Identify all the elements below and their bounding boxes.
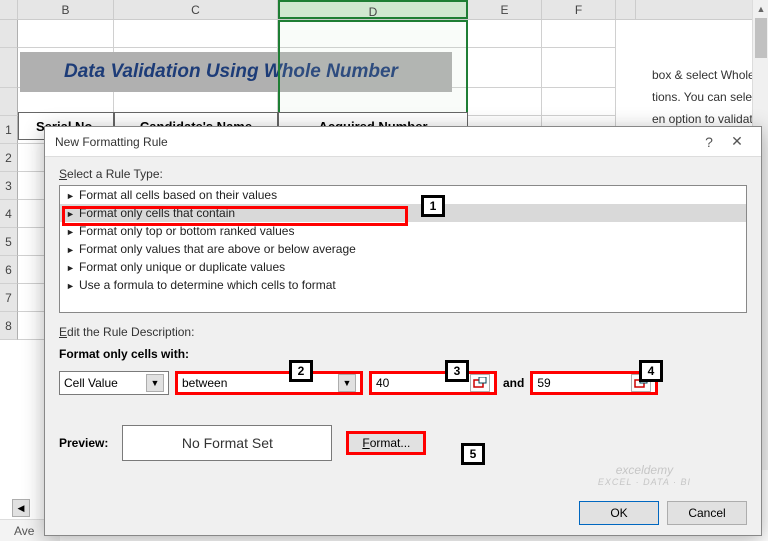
callout-box-1: [62, 206, 408, 226]
row-h-3[interactable]: 3: [0, 172, 18, 200]
select-rule-type-label: Select a Rule Type:: [59, 167, 747, 181]
rule-type-list[interactable]: ►Format all cells based on their values …: [59, 185, 747, 313]
help-icon[interactable]: ?: [695, 134, 723, 150]
rule-type-0[interactable]: ►Format all cells based on their values: [60, 186, 746, 204]
operator-select[interactable]: between ▼: [175, 371, 363, 395]
and-label: and: [503, 376, 524, 390]
row-h-1[interactable]: 1: [0, 116, 18, 144]
dialog-title: New Formatting Rule: [55, 135, 695, 149]
col-C[interactable]: C: [114, 0, 278, 19]
col-G: [616, 0, 636, 19]
callout-5: 5: [461, 443, 485, 465]
col-corner[interactable]: [0, 0, 18, 19]
col-B[interactable]: B: [18, 0, 114, 19]
edit-description-label: Edit the Rule Description:: [59, 325, 747, 339]
row-h-4[interactable]: 4: [0, 200, 18, 228]
col-F[interactable]: F: [542, 0, 616, 19]
format-only-label: Format only cells with:: [59, 347, 747, 361]
chevron-down-icon[interactable]: ▼: [146, 374, 164, 392]
callout-3: 3: [445, 360, 469, 382]
close-icon[interactable]: ✕: [723, 133, 751, 150]
row-h-6[interactable]: 6: [0, 256, 18, 284]
dialog-titlebar: New Formatting Rule ? ✕: [45, 127, 761, 157]
cell-value-select[interactable]: Cell Value ▼: [59, 371, 169, 395]
scroll-thumb[interactable]: [755, 18, 767, 58]
row-h-8[interactable]: 8: [0, 312, 18, 340]
row-h-7[interactable]: 7: [0, 284, 18, 312]
cancel-button[interactable]: Cancel: [667, 501, 747, 525]
value1-input[interactable]: 40: [369, 371, 497, 395]
background-article: box & select Whole tions. You can selec …: [652, 64, 768, 130]
new-formatting-rule-dialog: New Formatting Rule ? ✕ Select a Rule Ty…: [44, 126, 762, 536]
callout-2: 2: [289, 360, 313, 382]
ok-button[interactable]: OK: [579, 501, 659, 525]
scroll-up-icon[interactable]: ▲: [753, 0, 768, 18]
scroll-left-icon[interactable]: ◀: [12, 499, 30, 517]
rule-type-5[interactable]: ►Use a formula to determine which cells …: [60, 276, 746, 294]
sheet-title: Data Validation Using Whole Number: [20, 52, 452, 92]
rule-type-3[interactable]: ►Format only values that are above or be…: [60, 240, 746, 258]
chevron-down-icon[interactable]: ▼: [338, 374, 356, 392]
callout-4: 4: [639, 360, 663, 382]
rule-type-4[interactable]: ►Format only unique or duplicate values: [60, 258, 746, 276]
row-h-5[interactable]: 5: [0, 228, 18, 256]
col-D[interactable]: D: [278, 0, 468, 19]
format-button[interactable]: Format...: [346, 431, 426, 455]
column-headers: B C D E F: [0, 0, 768, 20]
col-E[interactable]: E: [468, 0, 542, 19]
callout-1: 1: [421, 195, 445, 217]
range-picker-icon[interactable]: [470, 374, 490, 392]
preview-box: No Format Set: [122, 425, 332, 461]
preview-label: Preview:: [59, 436, 108, 450]
row-h-2[interactable]: 2: [0, 144, 18, 172]
